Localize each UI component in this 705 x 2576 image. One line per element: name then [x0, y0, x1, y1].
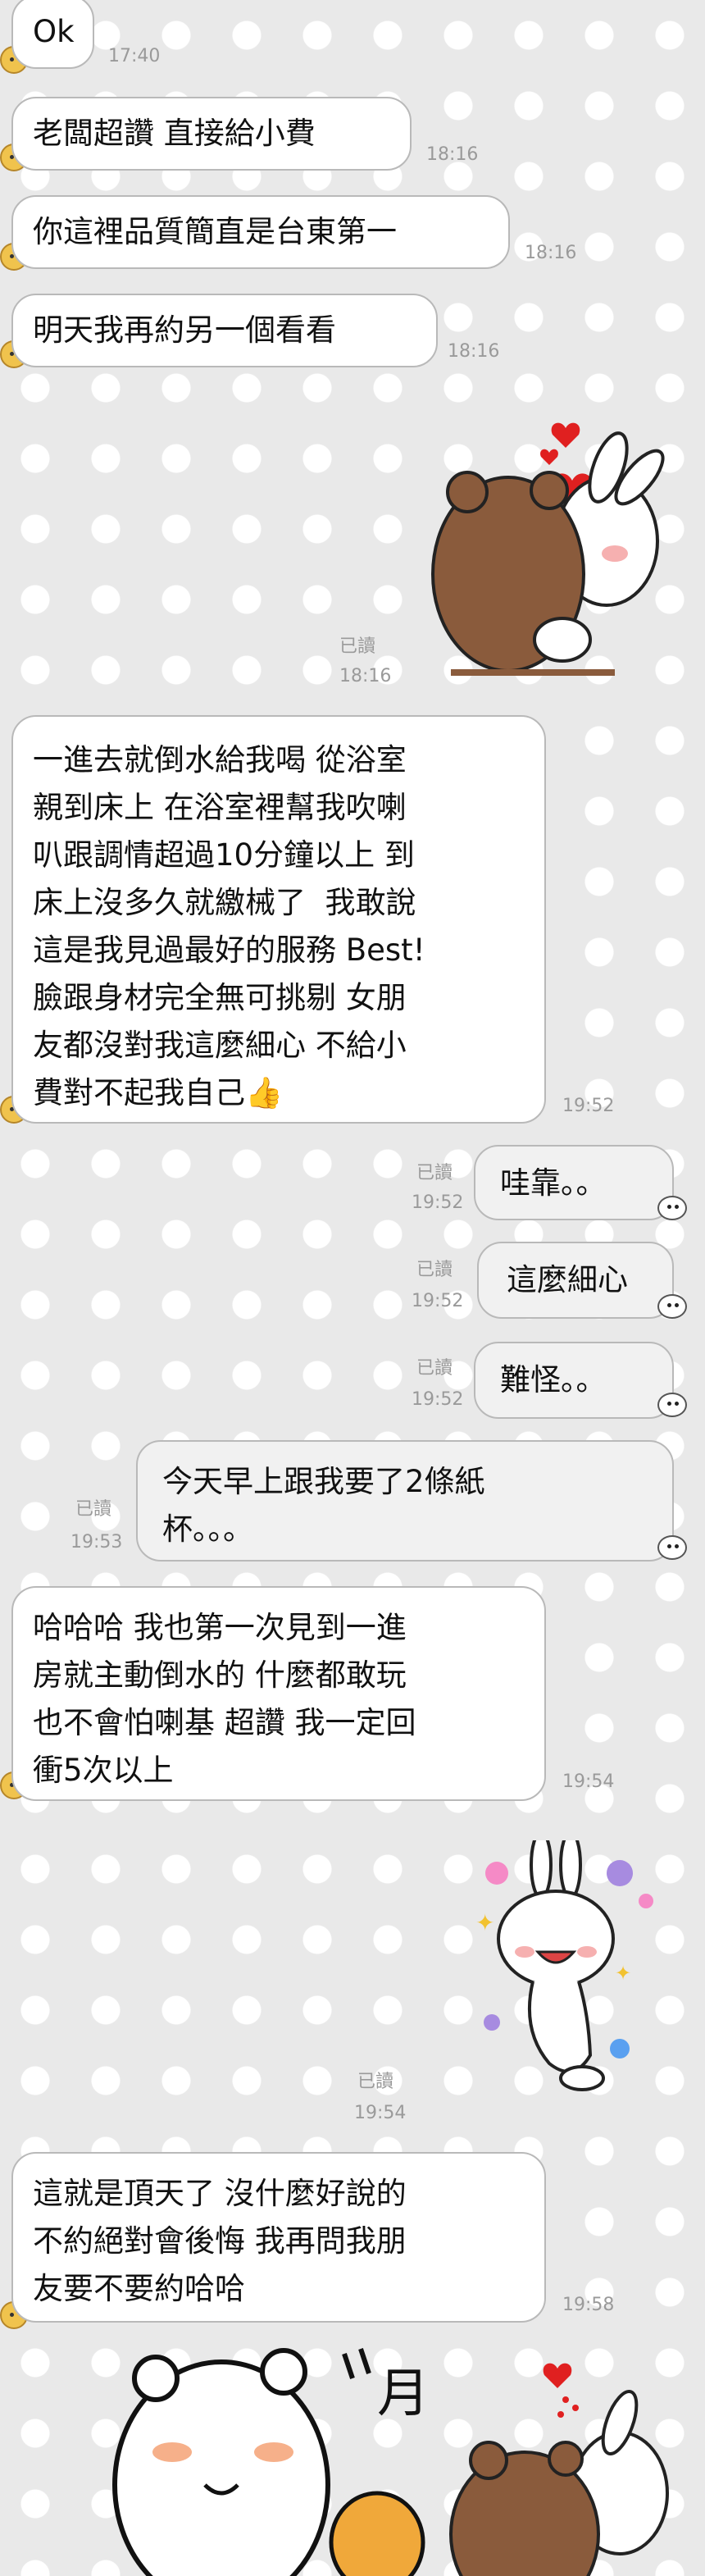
- message-bubble[interactable]: 這就是頂天了 沒什麼好說的 不約絕對會後悔 我再問我朋 友要不要約哈哈: [11, 2152, 546, 2323]
- read-receipt: 已讀: [416, 1358, 453, 1379]
- flower-icon: [610, 2039, 630, 2059]
- heart-icon: [551, 422, 580, 448]
- receiver-avatar-icon: [657, 1393, 687, 1417]
- message-bubble[interactable]: 明天我再約另一個看看: [11, 294, 438, 367]
- message-time: 19:52: [412, 1389, 464, 1410]
- message-time: 18:16: [448, 341, 500, 362]
- heart-icon: [543, 2363, 572, 2388]
- message-bubble[interactable]: 難怪。。: [474, 1342, 674, 1419]
- message-bubble[interactable]: 哈哈哈 我也第一次見到一進 房就主動倒水的 什麼都敢玩 也不會怕喇基 超讚 我一…: [11, 1586, 546, 1801]
- flower-icon: [485, 1862, 508, 1885]
- message-time: 18:16: [339, 666, 392, 686]
- message-time: 18:16: [525, 243, 577, 263]
- flower-icon: [484, 2014, 500, 2031]
- message-bubble[interactable]: 今天早上跟我要了2條紙 杯。。。: [136, 1440, 674, 1562]
- read-receipt: 已讀: [416, 1163, 453, 1183]
- message-time: 19:54: [354, 2103, 407, 2123]
- message-bubble[interactable]: Ok: [11, 0, 94, 69]
- read-receipt: 已讀: [75, 1499, 112, 1520]
- bear-hug-sticker[interactable]: [418, 402, 680, 689]
- read-receipt: 已讀: [416, 1260, 453, 1280]
- receiver-avatar-icon: [657, 1196, 687, 1220]
- message-bubble[interactable]: 老闆超讚 直接給小費: [11, 97, 412, 171]
- message-time: 19:58: [562, 2295, 615, 2315]
- svg-text:✦: ✦: [475, 1909, 494, 1936]
- bunny-dance-sticker[interactable]: ✦ ✦: [459, 1840, 656, 2103]
- receiver-avatar-icon: [657, 1294, 687, 1319]
- message-time: 18:16: [426, 144, 479, 165]
- white-bear-dance-sticker[interactable]: 月: [98, 2321, 443, 2576]
- bear-hug-sticker[interactable]: [426, 2354, 672, 2576]
- receiver-avatar-icon: [657, 1535, 687, 1560]
- flower-icon: [607, 1860, 633, 1886]
- message-time: 17:40: [108, 46, 161, 66]
- read-receipt: 已讀: [339, 636, 376, 657]
- message-bubble[interactable]: 你這裡品質簡直是台東第一: [11, 195, 510, 269]
- message-time: 19:53: [70, 1532, 123, 1552]
- message-time: 19:54: [562, 1771, 615, 1792]
- message-bubble[interactable]: 這麼細心: [477, 1242, 674, 1319]
- message-time: 19:52: [562, 1096, 615, 1116]
- read-receipt: 已讀: [357, 2072, 394, 2092]
- message-time: 19:52: [412, 1192, 464, 1213]
- message-bubble[interactable]: 哇靠。。: [474, 1145, 674, 1220]
- svg-text:✦: ✦: [615, 1962, 631, 1985]
- message-time: 19:52: [412, 1291, 464, 1311]
- message-bubble[interactable]: 一進去就倒水給我喝 從浴室 親到床上 在浴室裡幫我吹喇 叭跟調情超過10分鐘以上…: [11, 715, 546, 1124]
- svg-text:月: 月: [377, 2364, 430, 2424]
- heart-icon: [540, 449, 558, 465]
- flower-icon: [639, 1894, 653, 1908]
